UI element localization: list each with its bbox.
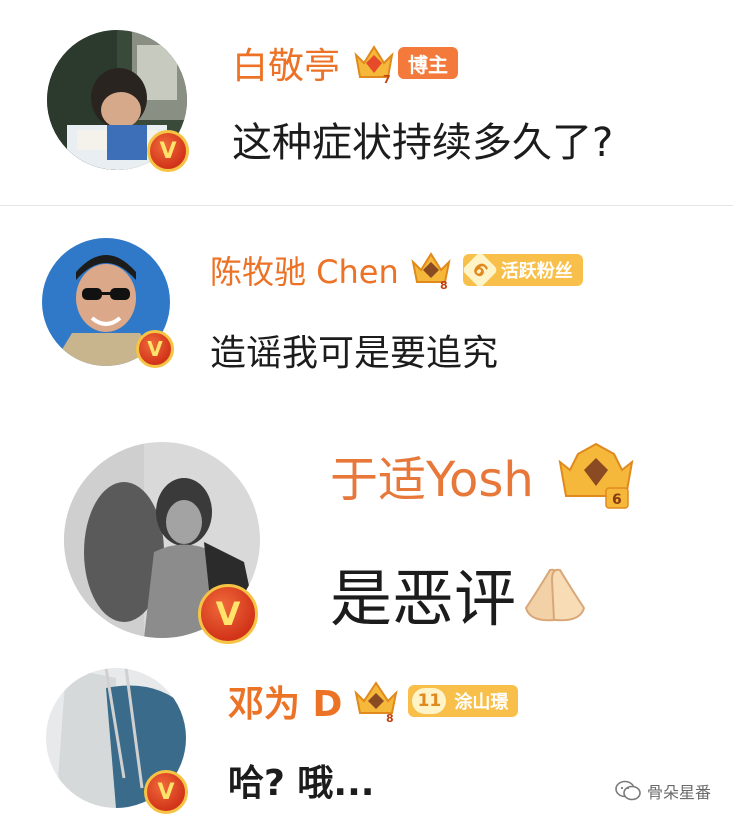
avatar[interactable]: V [64, 442, 260, 644]
avatar[interactable]: V [47, 30, 189, 172]
user-name[interactable]: 白敬亭 [232, 37, 340, 89]
user-name[interactable]: 陈牧驰 Chen [210, 247, 399, 293]
user-name[interactable]: 于适Yosh [330, 440, 534, 510]
verified-badge-icon: V [198, 584, 258, 644]
praying-hands-emoji-icon [520, 560, 590, 626]
svg-text:8: 8 [440, 279, 448, 290]
crown-level-icon: 6 [556, 440, 636, 510]
comment-3: V 于适Yosh 6 是恶评 [0, 420, 733, 650]
fan-badge-label: 涂山璟 [454, 692, 509, 713]
fan-level-badge: 11 涂山璟 [408, 685, 519, 717]
blogger-badge: 博主 [398, 47, 459, 79]
comment-text: 这种症状持续多久了? [232, 120, 614, 166]
crown-level-icon: 7 [352, 41, 396, 86]
wechat-icon [615, 780, 641, 802]
comment-text: 是恶评 [330, 548, 590, 638]
comment-text: 哈? 哦... [228, 763, 375, 804]
verified-badge-icon: V [144, 770, 188, 814]
fan-level-number: 6 [461, 251, 499, 289]
crown-level-icon: 8 [352, 679, 400, 725]
avatar[interactable]: V [46, 668, 188, 814]
comment-2: V 陈牧驰 Chen 8 6 活跃粉丝 造谣我可是要追究 [0, 206, 733, 386]
watermark: 骨朵星番 [615, 779, 711, 803]
watermark-text: 骨朵星番 [646, 783, 711, 802]
comment-text: 造谣我可是要追究 [210, 333, 499, 374]
svg-text:7: 7 [383, 73, 391, 85]
comment-1: V 白敬亭 7 博主 这种症状持续多久了? [0, 0, 733, 205]
fan-level-badge: 6 活跃粉丝 [461, 251, 583, 289]
fan-level-number: 11 [412, 688, 447, 714]
user-name[interactable]: 邓为 D [228, 675, 342, 727]
crown-level-icon: 8 [409, 250, 453, 292]
verified-badge-icon: V [147, 130, 189, 172]
svg-text:6: 6 [612, 492, 622, 508]
verified-badge-icon: V [136, 330, 174, 368]
svg-text:8: 8 [386, 712, 394, 723]
avatar[interactable]: V [42, 238, 174, 368]
comment-text-content: 是恶评 [330, 562, 517, 635]
fan-badge-label: 活跃粉丝 [500, 261, 573, 282]
